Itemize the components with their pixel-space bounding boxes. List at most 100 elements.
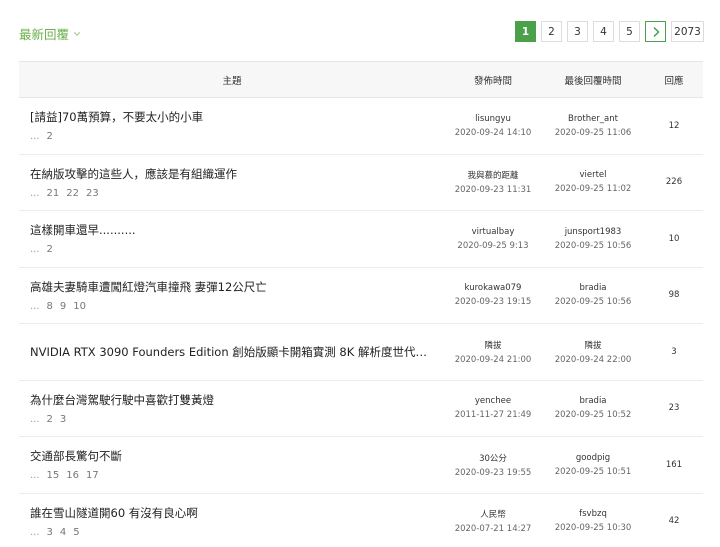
last-reply-time: 2020-09-25 10:51 — [554, 466, 632, 477]
post-time: 2011-11-27 21:49 — [454, 410, 532, 421]
reply-count: 42 — [668, 516, 680, 527]
thread-page-link[interactable]: 4 — [60, 527, 66, 538]
thread-title-link[interactable]: [請益]70萬預算，不要太小的小車 — [30, 109, 435, 125]
reply-count: 23 — [668, 403, 680, 414]
post-time: 2020-09-25 9:13 — [457, 240, 529, 251]
poster-link[interactable]: 人民幣 — [480, 508, 506, 520]
thread-page-link[interactable]: 16 — [66, 470, 79, 481]
last-reply-time: 2020-09-25 10:56 — [554, 297, 632, 308]
table-row: 高雄夫妻騎車遭闖紅燈汽車撞飛 妻彈12公尺亡... 8 9 10 kurokawa079… — [19, 268, 703, 324]
posted-cell: 30公分 2020-09-23 19:55 — [445, 452, 541, 478]
table-row: [請益]70萬預算，不要太小的小車... 2 lisungyu 2020-09-24 … — [19, 98, 703, 155]
thread-page-link[interactable]: 22 — [66, 188, 79, 199]
page-button-3[interactable]: 3 — [567, 21, 588, 42]
thread-title-link[interactable]: 交通部長驚句不斷 — [30, 448, 435, 464]
thread-title-link[interactable]: 為什麼台灣駕駛行駛中喜歡打雙黃燈 — [30, 392, 435, 408]
last-reply-cell: Brother_ant 2020-09-25 11:06 — [541, 114, 645, 138]
thread-page-link[interactable]: 9 — [60, 301, 66, 312]
thread-title-link[interactable]: 這樣開車還早.......... — [30, 222, 435, 238]
header-last-reply: 最後回覆時間 — [564, 75, 622, 87]
thread-page-links: ... 2 — [30, 131, 445, 142]
toolbar: 最新回覆 1 2 3 4 5 2073 — [0, 0, 720, 62]
thread-page-links: ... 15 16 17 — [30, 470, 445, 481]
posted-cell: lisungyu 2020-09-24 14:10 — [445, 114, 541, 138]
table-row: 誰在雪山隧道開60 有沒有良心啊 ... 3 4 5 人民幣 2020-07-21 14:2… — [19, 494, 703, 547]
next-page-button[interactable] — [645, 21, 666, 42]
page-button-4[interactable]: 4 — [593, 21, 614, 42]
thread-page-link[interactable]: 23 — [86, 188, 99, 199]
poster-link[interactable]: 30公分 — [479, 452, 507, 464]
page-button-2[interactable]: 2 — [541, 21, 562, 42]
last-reply-user-link[interactable]: goodpig — [576, 453, 610, 463]
table-header: 主題 發佈時間 最後回覆時間 回應 — [19, 61, 703, 98]
last-reply-user-link[interactable]: junsport1983 — [565, 227, 622, 237]
poster-link[interactable]: yenchee — [475, 396, 511, 406]
thread-page-links: ... 21 22 23 — [30, 188, 445, 199]
chevron-down-icon — [73, 31, 81, 36]
poster-link[interactable]: kurokawa079 — [465, 283, 522, 293]
thread-title-link[interactable]: NVIDIA RTX 3090 Founders Edition 創始版顯卡開箱… — [30, 344, 435, 360]
header-replies: 回應 — [664, 75, 684, 87]
reply-count: 12 — [668, 120, 680, 131]
thread-page-links: ... 2 3 — [30, 414, 445, 425]
thread-title-link[interactable]: 在納版攻擊的這些人，應該是有組織運作 — [30, 166, 435, 182]
chevron-right-icon — [652, 26, 660, 37]
thread-title-link[interactable]: 高雄夫妻騎車遭闖紅燈汽車撞飛 妻彈12公尺亡 — [30, 279, 435, 295]
thread-page-link[interactable]: 17 — [86, 470, 99, 481]
topic-cell: 誰在雪山隧道開60 有沒有良心啊 ... 3 4 5 — [19, 505, 445, 538]
header-posted: 發佈時間 — [473, 75, 512, 87]
post-time: 2020-09-24 21:00 — [454, 354, 532, 365]
thread-page-links: ... 2 — [30, 244, 445, 255]
topic-cell: 在納版攻擊的這些人，應該是有組織運作... 21 22 23 — [19, 166, 445, 199]
thread-title-link[interactable]: 誰在雪山隧道開60 有沒有良心啊 — [30, 505, 435, 521]
thread-page-link[interactable]: 2 — [47, 244, 53, 255]
pagination: 1 2 3 4 5 2073 — [515, 21, 704, 42]
topic-cell: 這樣開車還早.......... ... 2 — [19, 222, 445, 255]
thread-page-links: ... 8 9 10 — [30, 301, 445, 312]
last-reply-user-link[interactable]: fsvbzq — [579, 509, 607, 519]
poster-link[interactable]: 隣拔 — [484, 339, 501, 351]
reply-count: 161 — [665, 459, 683, 470]
thread-page-link[interactable]: 2 — [47, 414, 53, 425]
thread-page-link[interactable]: 10 — [73, 301, 86, 312]
thread-page-link[interactable]: 8 — [47, 301, 53, 312]
thread-page-link[interactable]: 15 — [47, 470, 60, 481]
post-time: 2020-07-21 14:27 — [454, 524, 532, 535]
topic-cell: 為什麼台灣駕駛行駛中喜歡打雙黃燈... 2 3 — [19, 392, 445, 425]
thread-page-link[interactable]: 3 — [60, 414, 66, 425]
thread-page-link[interactable]: 5 — [73, 527, 79, 538]
thread-page-link[interactable]: 21 — [47, 188, 60, 199]
table-row: 交通部長驚句不斷... 15 16 17 30公分 2020-09-23 19:55 goo… — [19, 437, 703, 494]
poster-link[interactable]: 我與慕的距離 — [467, 169, 518, 181]
thread-page-link[interactable]: 2 — [47, 131, 53, 142]
thread-page-link[interactable]: 3 — [47, 527, 53, 538]
thread-table: 主題 發佈時間 最後回覆時間 回應 [請益]70萬預算，不要太小的小車... 2 l… — [19, 61, 703, 547]
last-reply-time: 2020-09-25 10:56 — [554, 240, 632, 251]
last-reply-time: 2020-09-25 10:52 — [554, 410, 632, 421]
last-reply-time: 2020-09-24 22:00 — [554, 354, 632, 365]
posted-cell: 我與慕的距離 2020-09-23 11:31 — [445, 169, 541, 195]
post-time: 2020-09-23 19:55 — [454, 467, 532, 478]
ellipsis: ... — [30, 413, 40, 425]
posted-cell: 隣拔 2020-09-24 21:00 — [445, 339, 541, 365]
last-reply-user-link[interactable]: viertel — [579, 170, 606, 180]
last-reply-user-link[interactable]: bradia — [579, 283, 606, 293]
table-body: [請益]70萬預算，不要太小的小車... 2 lisungyu 2020-09-24 … — [19, 98, 703, 547]
poster-link[interactable]: virtualbay — [472, 227, 515, 237]
posted-cell: yenchee 2011-11-27 21:49 — [445, 396, 541, 420]
poster-link[interactable]: lisungyu — [475, 114, 511, 124]
posted-cell: virtualbay 2020-09-25 9:13 — [445, 227, 541, 251]
sort-dropdown[interactable]: 最新回覆 — [19, 24, 81, 43]
header-topic: 主題 — [222, 75, 242, 87]
last-reply-user-link[interactable]: Brother_ant — [568, 114, 618, 124]
ellipsis: ... — [30, 131, 40, 143]
ellipsis: ... — [30, 470, 40, 482]
last-reply-user-link[interactable]: bradia — [579, 396, 606, 406]
page-button-5[interactable]: 5 — [619, 21, 640, 42]
last-page-button[interactable]: 2073 — [671, 21, 704, 42]
table-row: 這樣開車還早.......... ... 2 virtualbay 2020-09-25… — [19, 211, 703, 268]
thread-page-links: ... 3 4 5 — [30, 527, 445, 538]
last-reply-user-link[interactable]: 隣拔 — [584, 339, 601, 351]
page-button-1[interactable]: 1 — [515, 21, 536, 42]
topic-cell: [請益]70萬預算，不要太小的小車... 2 — [19, 109, 445, 142]
